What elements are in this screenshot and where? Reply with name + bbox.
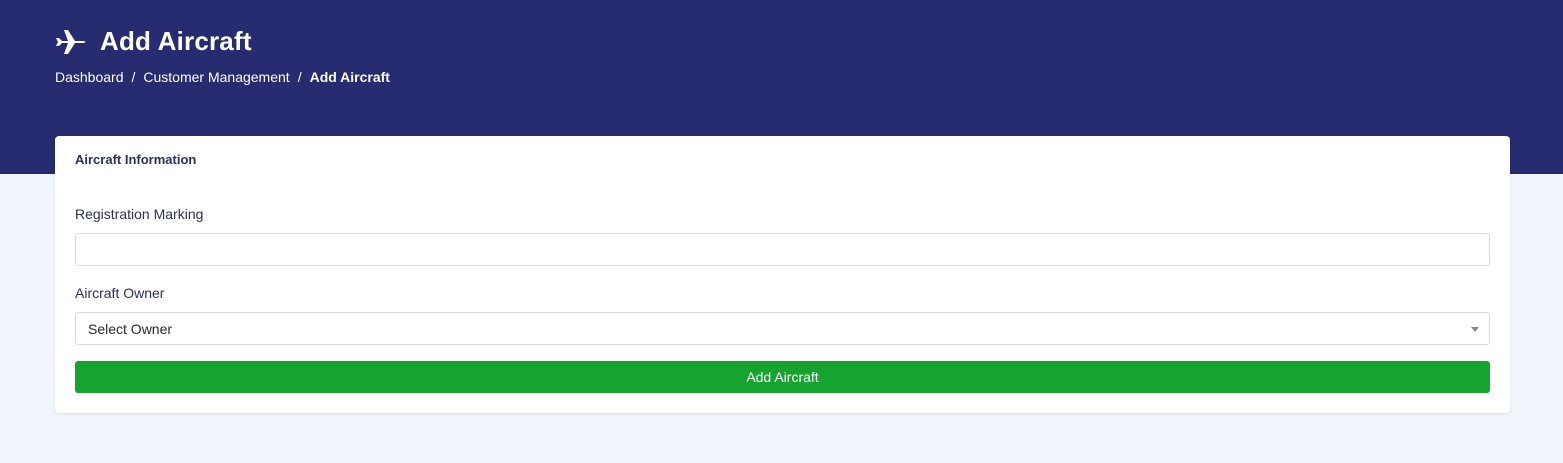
aircraft-info-card: Aircraft Information Registration Markin… [55,136,1510,413]
breadcrumb-dashboard-link[interactable]: Dashboard [55,69,124,85]
breadcrumb-customer-management-link[interactable]: Customer Management [143,69,289,85]
page-header: Add Aircraft [54,26,252,57]
aircraft-owner-select[interactable]: Select Owner [75,312,1490,345]
caret-down-icon [1471,327,1479,332]
plane-icon [56,29,86,54]
page: Add Aircraft Dashboard / Customer Manage… [0,0,1563,463]
breadcrumb: Dashboard / Customer Management / Add Ai… [55,69,390,85]
page-title: Add Aircraft [100,26,252,56]
card-title: Aircraft Information [75,152,197,167]
aircraft-owner-selected-value: Select Owner [88,320,173,337]
aircraft-owner-label: Aircraft Owner [75,285,165,301]
registration-marking-input[interactable] [75,233,1490,266]
breadcrumb-separator: / [297,69,302,85]
registration-marking-label: Registration Marking [75,206,204,222]
breadcrumb-current: Add Aircraft [309,69,390,85]
breadcrumb-separator: / [131,69,136,85]
add-aircraft-button[interactable]: Add Aircraft [75,361,1490,393]
